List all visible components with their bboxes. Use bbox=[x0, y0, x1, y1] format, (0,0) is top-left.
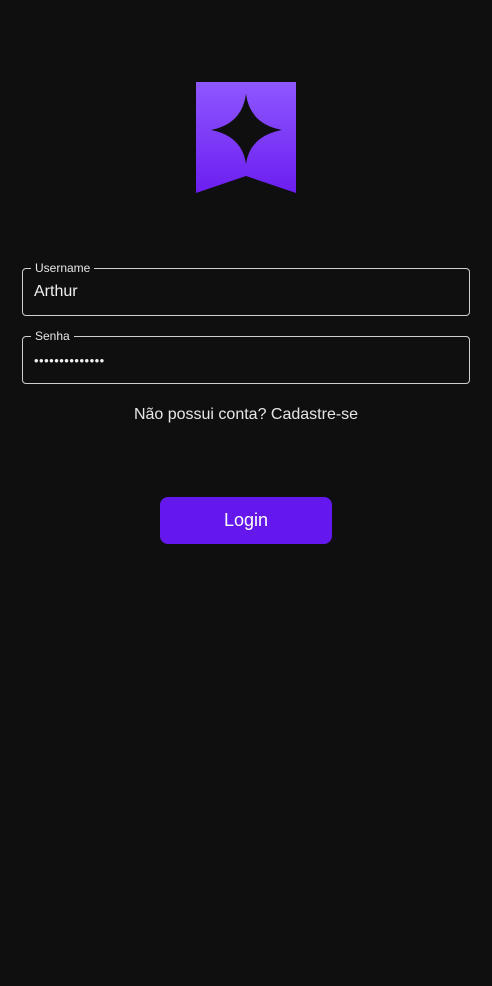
username-field: Username bbox=[22, 260, 470, 316]
password-field: Senha bbox=[22, 328, 470, 384]
signup-link[interactable]: Não possui conta? Cadastre-se bbox=[0, 405, 492, 425]
password-input[interactable] bbox=[23, 337, 469, 383]
app-logo bbox=[196, 82, 296, 193]
bookmark-star-icon bbox=[196, 82, 296, 193]
login-button[interactable]: Login bbox=[160, 497, 332, 544]
username-input[interactable] bbox=[23, 269, 469, 315]
